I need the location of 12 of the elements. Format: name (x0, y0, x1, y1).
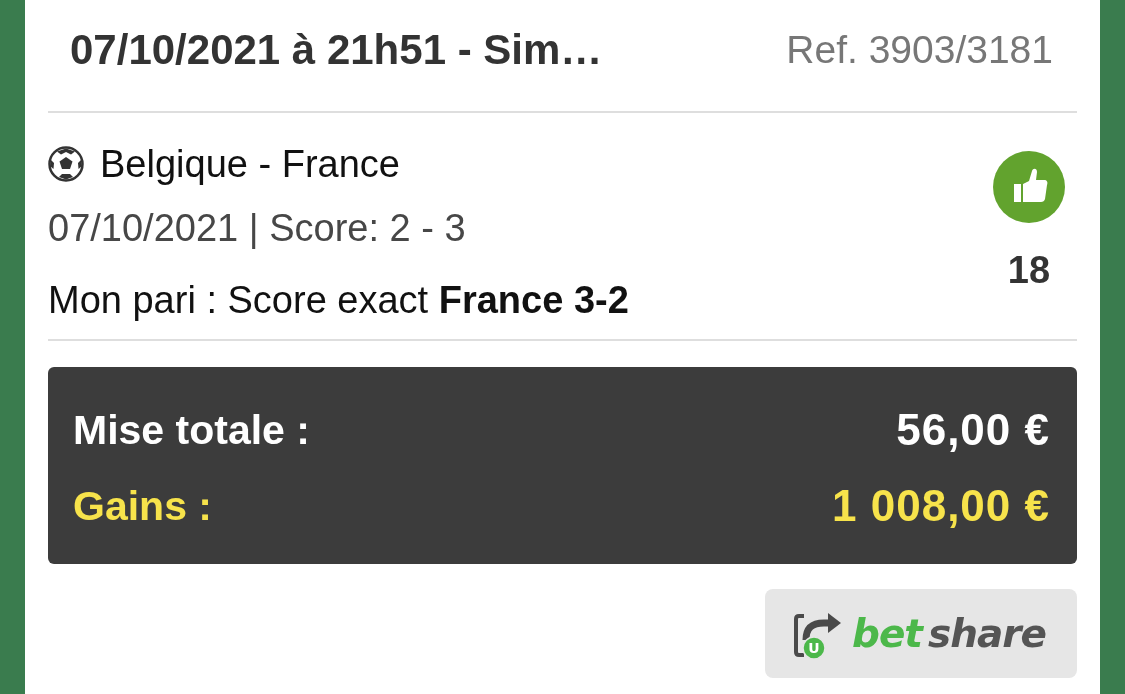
summary-amount: 56,00 € (896, 405, 1050, 455)
match-details: 07/10/2021 | Score: 2 - 3 (48, 206, 467, 251)
reference-number: Ref. 3903/3181 (786, 27, 1053, 72)
bet-description: Mon pari : Score exact France 3-2 (48, 278, 629, 323)
bet-slip-title: 07/10/2021 à 21h51 - Sim… (70, 25, 603, 74)
summary-label: Mise totale : (73, 406, 310, 454)
match-title: Belgique - France (100, 142, 400, 186)
summary-amount: 1 008,00 € (832, 481, 1050, 531)
odds-value: 18 (1007, 249, 1051, 291)
soccer-ball-icon (48, 146, 84, 182)
summary-label: Gains : (73, 482, 212, 530)
betshare-button[interactable]: U betshare (765, 589, 1077, 678)
